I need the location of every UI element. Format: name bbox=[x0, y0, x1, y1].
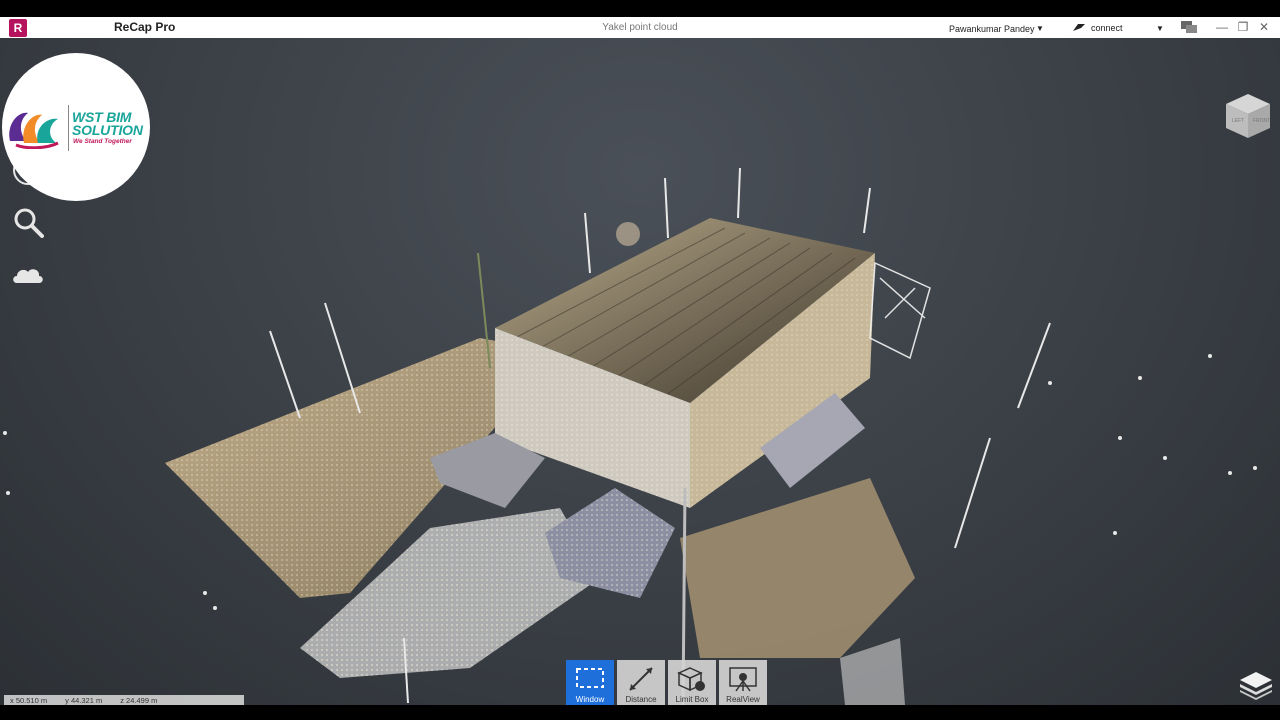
limit-box-icon bbox=[677, 667, 705, 692]
coord-z: z 24.499 m bbox=[120, 695, 158, 705]
cloud-button[interactable] bbox=[10, 257, 46, 293]
user-menu-caret-icon[interactable]: ▼ bbox=[1036, 24, 1044, 33]
window-select-button[interactable]: Window bbox=[566, 660, 614, 705]
connect-icon bbox=[1073, 24, 1085, 31]
window-select-label: Window bbox=[575, 695, 605, 704]
limit-box-button[interactable]: Limit Box bbox=[668, 660, 716, 705]
realview-button[interactable]: RealView bbox=[719, 660, 767, 705]
point-cloud-viewport[interactable]: WST BIM SOLUTION We Stand Together LEFT … bbox=[0, 38, 1280, 705]
coordinates-readout: x 50.510 m y 44.321 m z 24.499 m bbox=[4, 695, 244, 705]
logo-divider bbox=[68, 105, 69, 151]
window-select-icon bbox=[576, 668, 604, 688]
coord-x: x 50.510 m bbox=[10, 695, 48, 705]
close-icon[interactable]: ✕ bbox=[1256, 19, 1272, 35]
distance-label: Distance bbox=[625, 695, 657, 704]
document-title: Yakel point cloud bbox=[602, 22, 678, 33]
layers-icon[interactable] bbox=[1238, 670, 1274, 700]
realview-icon bbox=[729, 667, 757, 692]
realview-label: RealView bbox=[726, 695, 760, 704]
connect-caret-icon[interactable]: ▼ bbox=[1156, 24, 1164, 33]
search-icon bbox=[14, 208, 44, 238]
wst-bim-logo: WST BIM SOLUTION We Stand Together bbox=[2, 53, 150, 201]
coord-y: y 44.321 m bbox=[65, 695, 103, 705]
user-menu[interactable]: Pawankumar Pandey bbox=[949, 24, 1035, 34]
restore-icon[interactable]: ❐ bbox=[1235, 19, 1251, 35]
cloud-icon bbox=[13, 269, 43, 283]
logo-tagline: We Stand Together bbox=[73, 138, 132, 145]
search-button[interactable] bbox=[10, 204, 46, 240]
minimize-icon[interactable]: — bbox=[1214, 19, 1230, 35]
viewcube[interactable]: LEFT FRONT bbox=[1222, 90, 1274, 142]
viewcube-left-face[interactable]: LEFT bbox=[1232, 118, 1244, 124]
title-bar: R ReCap Pro Yakel point cloud Pawankumar… bbox=[0, 17, 1280, 39]
wst-logo-mark-icon bbox=[9, 112, 59, 149]
bottom-toolbar: Window Distance Limit Box RealView bbox=[566, 660, 767, 705]
connect-menu[interactable]: connect bbox=[1091, 23, 1123, 33]
letterbox-bottom bbox=[0, 705, 1280, 720]
chat-icon[interactable] bbox=[1180, 20, 1198, 35]
logo-text-line2: SOLUTION bbox=[72, 122, 143, 138]
distance-button[interactable]: Distance bbox=[617, 660, 665, 705]
distance-measure-icon bbox=[629, 667, 653, 691]
viewcube-front-face[interactable]: FRONT bbox=[1253, 118, 1270, 124]
limit-box-label: Limit Box bbox=[675, 695, 709, 704]
letterbox-top bbox=[0, 0, 1280, 17]
point-cloud-scene bbox=[3, 167, 1257, 705]
